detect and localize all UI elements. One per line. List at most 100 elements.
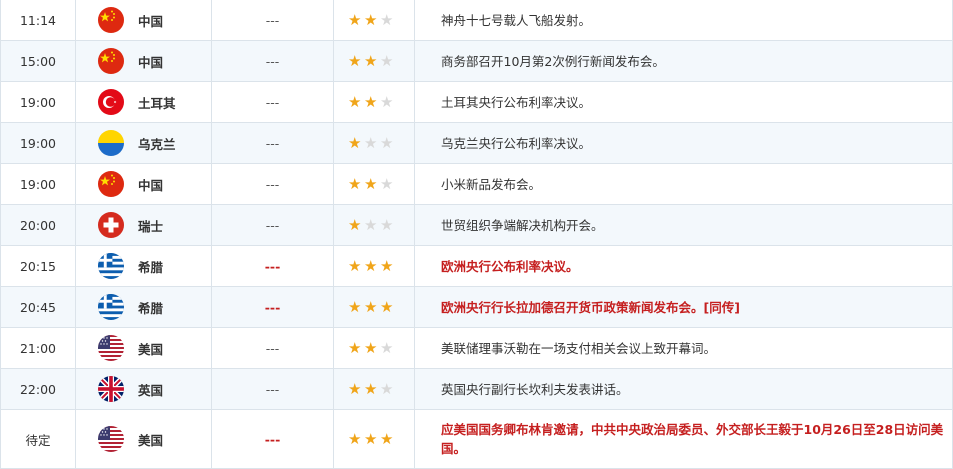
star-empty-icon: ★ [380,215,394,234]
event-time: 20:45 [0,286,76,328]
event-description: 美联储理事沃勒在一场支付相关会议上致开幕词。 [414,327,953,369]
star-filled-icon: ★ [364,256,378,275]
country-cell: 希腊 [75,286,212,328]
country-cell: 希腊 [75,245,212,287]
importance-rating: ★ ★ ★ [333,40,415,82]
importance-rating: ★ ★ ★ [333,327,415,369]
table-row[interactable]: 19:00 中国 --- ★ ★ ★ 小米新品发布会。 [0,163,953,205]
star-empty-icon: ★ [380,92,394,111]
country-cell: 乌克兰 [75,122,212,164]
ukraine-flag-icon [98,130,124,156]
uk-flag-icon [98,376,124,402]
country-cell: 土耳其 [75,81,212,123]
event-time: 15:00 [0,40,76,82]
star-filled-icon: ★ [364,429,378,448]
table-row[interactable]: 待定 美国 --- ★ ★ ★ 应美国国务卿布林肯邀请，中共中央政治局委员、外交部长王毅于1… [0,409,953,469]
greece-flag-icon [98,253,124,279]
country-name: 乌克兰 [138,136,176,152]
star-empty-icon: ★ [380,51,394,70]
country-cell: 美国 [75,409,212,469]
star-filled-icon: ★ [348,338,362,357]
star-filled-icon: ★ [348,174,362,193]
star-filled-icon: ★ [380,429,394,448]
value-cell: --- [211,163,334,205]
event-time: 待定 [0,409,76,469]
event-description: 世贸组织争端解决机构开会。 [414,204,953,246]
event-time: 11:14 [0,0,76,41]
country-name: 英国 [138,382,164,398]
star-filled-icon: ★ [364,297,378,316]
importance-rating: ★ ★ ★ [333,286,415,328]
table-row[interactable]: 19:00 乌克兰 --- ★ ★ ★ 乌克兰央行公布利率决议。 [0,122,953,164]
country-cell: 英国 [75,368,212,410]
table-row[interactable]: 11:14 中国 --- ★ ★ ★ 神舟十七号载人飞船发射。 [0,0,953,41]
turkey-flag-icon [98,89,124,115]
event-time: 22:00 [0,368,76,410]
importance-rating: ★ ★ ★ [333,245,415,287]
star-filled-icon: ★ [348,429,362,448]
country-name: 瑞士 [138,218,164,234]
value-cell: --- [211,368,334,410]
country-name: 中国 [138,13,164,29]
value-cell: --- [211,122,334,164]
table-row[interactable]: 20:45 希腊 --- ★ ★ ★ 欧洲央行行长拉加德召开货币政策新闻发布会。[同传] [0,286,953,328]
event-time: 19:00 [0,163,76,205]
star-filled-icon: ★ [348,10,362,29]
event-description: 神舟十七号载人飞船发射。 [414,0,953,41]
star-empty-icon: ★ [364,133,378,152]
calendar-body: 11:14 中国 --- ★ ★ ★ 神舟十七号载人飞船发射。 15:00 中国 --- ★ ★ ★ 商务… [0,0,953,469]
star-empty-icon: ★ [364,215,378,234]
event-time: 20:00 [0,204,76,246]
country-name: 中国 [138,177,164,193]
usa-flag-icon [98,335,124,361]
value-cell: --- [211,81,334,123]
star-filled-icon: ★ [380,297,394,316]
country-cell: 中国 [75,40,212,82]
star-filled-icon: ★ [364,10,378,29]
event-time: 19:00 [0,122,76,164]
importance-rating: ★ ★ ★ [333,163,415,205]
event-time: 20:15 [0,245,76,287]
value-cell: --- [211,204,334,246]
event-description: 英国央行副行长坎利夫发表讲话。 [414,368,953,410]
country-name: 希腊 [138,300,164,316]
star-filled-icon: ★ [364,51,378,70]
event-description: 欧洲央行行长拉加德召开货币政策新闻发布会。[同传] [414,286,953,328]
value-cell: --- [211,0,334,41]
country-name: 美国 [138,432,164,448]
table-row[interactable]: 19:00 土耳其 --- ★ ★ ★ 土耳其央行公布利率决议。 [0,81,953,123]
china-flag-icon [98,48,124,74]
country-cell: 瑞士 [75,204,212,246]
value-cell: --- [211,409,334,469]
star-empty-icon: ★ [380,133,394,152]
table-row[interactable]: 21:00 美国 --- ★ ★ ★ 美联储理事沃勒在一场支付相关会议上致开幕词。 [0,327,953,369]
value-cell: --- [211,40,334,82]
value-cell: --- [211,286,334,328]
table-row[interactable]: 15:00 中国 --- ★ ★ ★ 商务部召开10月第2次例行新闻发布会。 [0,40,953,82]
star-filled-icon: ★ [348,133,362,152]
country-cell: 中国 [75,163,212,205]
event-description: 欧洲央行公布利率决议。 [414,245,953,287]
event-description: 应美国国务卿布林肯邀请，中共中央政治局委员、外交部长王毅于10月26日至28日访… [414,409,953,469]
star-empty-icon: ★ [380,379,394,398]
country-name: 土耳其 [138,95,176,111]
star-filled-icon: ★ [348,379,362,398]
star-filled-icon: ★ [348,51,362,70]
table-row[interactable]: 20:00 瑞士 --- ★ ★ ★ 世贸组织争端解决机构开会。 [0,204,953,246]
star-filled-icon: ★ [348,215,362,234]
switzerland-flag-icon [98,212,124,238]
value-cell: --- [211,327,334,369]
star-filled-icon: ★ [380,256,394,275]
table-row[interactable]: 22:00 英国 --- ★ ★ ★ 英国央行副行长坎利夫发表讲话。 [0,368,953,410]
importance-rating: ★ ★ ★ [333,409,415,469]
star-filled-icon: ★ [364,92,378,111]
star-filled-icon: ★ [348,256,362,275]
star-filled-icon: ★ [364,338,378,357]
star-filled-icon: ★ [348,297,362,316]
table-row[interactable]: 20:15 希腊 --- ★ ★ ★ 欧洲央行公布利率决议。 [0,245,953,287]
value-cell: --- [211,245,334,287]
importance-rating: ★ ★ ★ [333,368,415,410]
star-empty-icon: ★ [380,174,394,193]
event-description: 商务部召开10月第2次例行新闻发布会。 [414,40,953,82]
star-empty-icon: ★ [380,10,394,29]
